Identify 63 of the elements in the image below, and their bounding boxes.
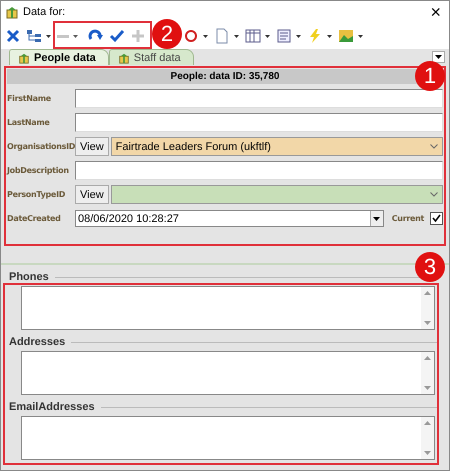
close-button[interactable]: × xyxy=(426,3,445,21)
tab[interactable]: Staff data xyxy=(108,49,194,65)
caret-icon xyxy=(296,34,301,38)
caret-icon xyxy=(373,216,380,220)
scrollbar[interactable] xyxy=(421,287,434,329)
tab[interactable]: People data xyxy=(9,49,109,65)
scrollbar[interactable] xyxy=(421,352,434,394)
package-icon xyxy=(118,52,130,64)
chevron-icon xyxy=(430,192,438,197)
field-label: LastName xyxy=(7,118,51,127)
input-field[interactable] xyxy=(75,89,443,108)
section-title: EmailAddresses xyxy=(9,401,95,413)
scroll-up-icon[interactable] xyxy=(424,421,431,425)
plus-icon xyxy=(130,28,146,44)
dropdown-button[interactable] xyxy=(432,51,445,63)
field-label: PersonTypeID xyxy=(7,190,66,199)
scroll-down-icon[interactable] xyxy=(424,451,431,455)
caret-icon xyxy=(73,34,78,38)
dropdown-field[interactable]: Fairtrade Leaders Forum (ukftlf) xyxy=(110,137,443,156)
package-icon xyxy=(5,5,19,19)
form-icon xyxy=(276,28,292,44)
callout-badge: 2 xyxy=(152,19,182,49)
checkbox[interactable] xyxy=(430,212,443,225)
caret-icon xyxy=(203,34,208,38)
scroll-up-icon[interactable] xyxy=(424,291,431,295)
section-title: Phones xyxy=(9,271,49,283)
list-box[interactable] xyxy=(21,286,435,330)
caret-icon xyxy=(358,34,363,38)
minus-icon xyxy=(57,34,69,38)
caret-icon xyxy=(46,34,51,38)
package-icon xyxy=(18,52,30,64)
list-box[interactable] xyxy=(21,416,435,460)
image-icon xyxy=(338,28,354,44)
dropdown-field[interactable] xyxy=(110,185,443,204)
view-button[interactable]: View xyxy=(75,185,109,204)
caret-icon xyxy=(327,34,332,38)
caret-icon xyxy=(265,34,270,38)
close-icon xyxy=(5,28,21,44)
field-label: DateCreated xyxy=(7,214,62,223)
table-icon xyxy=(245,28,261,44)
tree-icon xyxy=(26,28,42,44)
scroll-down-icon[interactable] xyxy=(424,386,431,390)
caret-icon xyxy=(435,55,442,59)
field-label: JobDescription xyxy=(7,166,70,175)
circle-icon xyxy=(183,28,199,44)
view-button[interactable]: View xyxy=(75,137,109,156)
document-icon xyxy=(214,28,230,44)
section-title: Addresses xyxy=(9,336,66,348)
input-field[interactable] xyxy=(75,113,443,132)
field-label: FirstName xyxy=(7,94,52,103)
scroll-up-icon[interactable] xyxy=(424,356,431,360)
date-field[interactable]: 08/06/2020 10:28:27 xyxy=(75,210,384,227)
scrollbar[interactable] xyxy=(421,417,434,459)
list-box[interactable] xyxy=(21,351,435,395)
field-label: OrganisationsID xyxy=(7,142,73,151)
checkbox-label: Current xyxy=(392,214,424,223)
scroll-down-icon[interactable] xyxy=(424,321,431,325)
check-icon xyxy=(109,28,125,44)
lightning-icon xyxy=(307,28,323,44)
window-title: Data for: xyxy=(23,6,66,18)
chevron-icon xyxy=(430,144,438,149)
input-field[interactable] xyxy=(75,161,443,180)
caret-icon xyxy=(234,34,239,38)
